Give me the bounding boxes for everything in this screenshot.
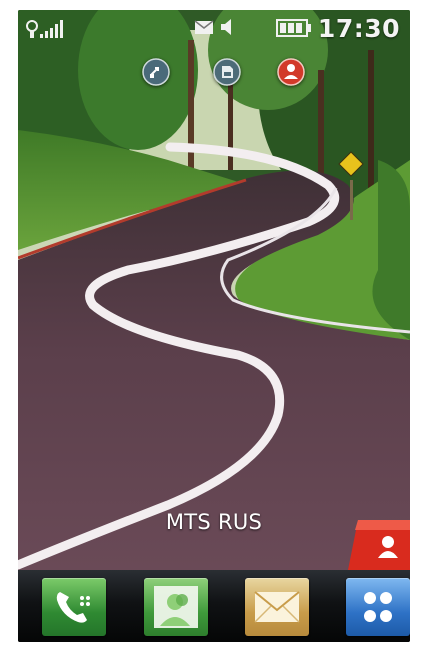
connection-icon[interactable] [142, 58, 170, 86]
contacts-button[interactable] [144, 578, 208, 636]
battery-icon [276, 19, 311, 37]
status-bar: 17:30 [18, 10, 410, 44]
phone-icon [56, 592, 90, 623]
contacts-shortcut-tab[interactable] [348, 520, 410, 570]
main-menu-button[interactable] [346, 578, 410, 636]
contacts-icon [154, 586, 198, 628]
dock [18, 570, 410, 642]
memory-card-icon[interactable] [213, 58, 241, 86]
missed-call-icon[interactable] [277, 58, 305, 86]
signal-strength-icon [26, 20, 63, 38]
phone-button[interactable] [42, 578, 106, 636]
messaging-icon [254, 591, 300, 623]
wallpaper [18, 10, 410, 570]
speaker-icon [221, 19, 231, 35]
person-icon [382, 536, 394, 548]
messaging-button[interactable] [245, 578, 309, 636]
envelope-icon [194, 20, 214, 34]
phone-screen: 17:30 MTS RUS [18, 10, 410, 642]
clock: 17:30 [317, 14, 400, 43]
main-menu-icon [364, 592, 392, 622]
